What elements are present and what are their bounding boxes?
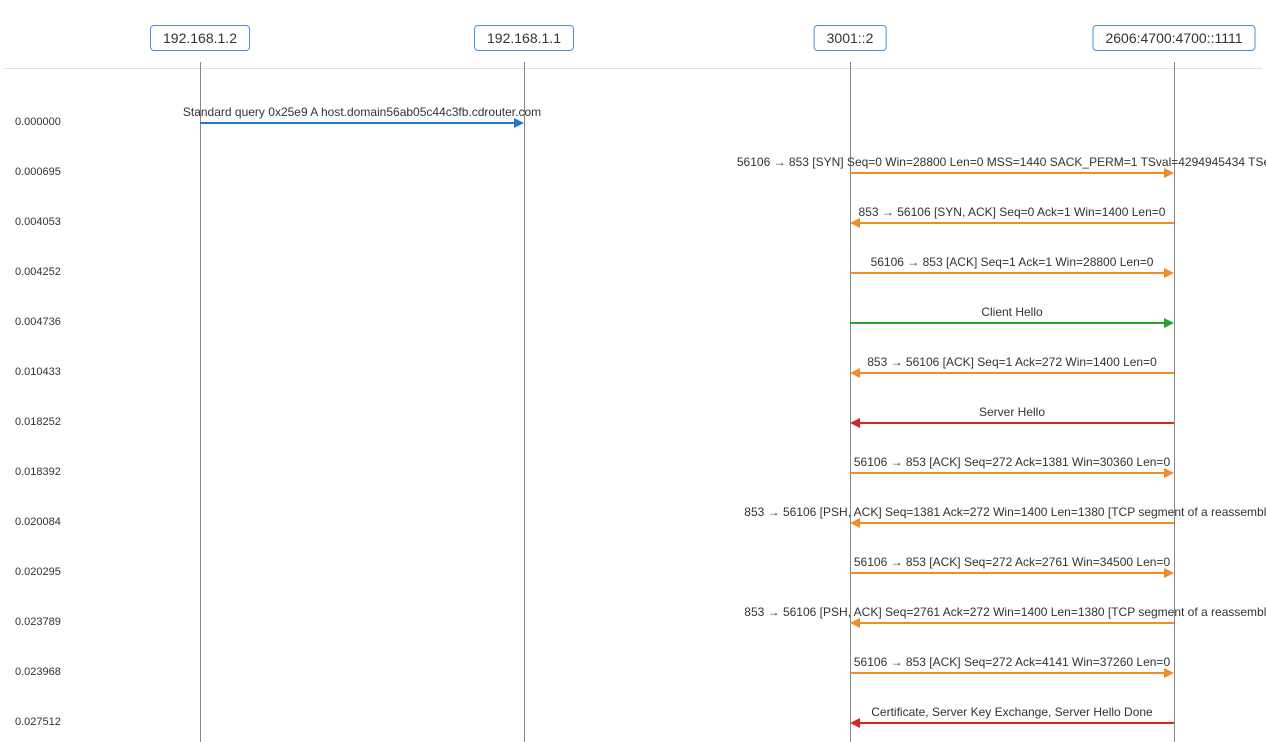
message-arrow[interactable] [860, 522, 1174, 524]
message-arrow[interactable] [850, 272, 1164, 274]
message-label[interactable]: 853 → 56106 [SYN, ACK] Seq=0 Ack=1 Win=1… [859, 205, 1166, 219]
header-separator [4, 68, 1262, 69]
message-label[interactable]: 853 → 56106 [ACK] Seq=1 Ack=272 Win=1400… [867, 355, 1157, 369]
message-label[interactable]: Server Hello [979, 405, 1045, 419]
lifeline-n1 [200, 62, 201, 742]
arrow-head-icon [850, 368, 860, 378]
message-arrow[interactable] [860, 222, 1174, 224]
message-arrow[interactable] [860, 722, 1174, 724]
arrow-head-icon [850, 518, 860, 528]
timestamp: 0.004053 [15, 216, 61, 228]
message-arrow[interactable] [850, 472, 1164, 474]
message-arrow[interactable] [850, 322, 1164, 324]
timestamp: 0.027512 [15, 716, 61, 728]
message-label[interactable]: 853 → 56106 [PSH, ACK] Seq=1381 Ack=272 … [744, 505, 1266, 519]
timestamp: 0.023968 [15, 666, 61, 678]
timestamp: 0.000695 [15, 166, 61, 178]
message-label[interactable]: Standard query 0x25e9 A host.domain56ab0… [183, 105, 541, 119]
node-n2[interactable]: 192.168.1.1 [474, 25, 574, 51]
arrow-head-icon [850, 718, 860, 728]
message-label[interactable]: 56106 → 853 [ACK] Seq=1 Ack=1 Win=28800 … [871, 255, 1154, 269]
message-label[interactable]: Client Hello [981, 305, 1042, 319]
timestamp: 0.018252 [15, 416, 61, 428]
message-label[interactable]: 56106 → 853 [ACK] Seq=272 Ack=1381 Win=3… [854, 455, 1170, 469]
timestamp: 0.020295 [15, 566, 61, 578]
lifeline-n2 [524, 62, 525, 742]
message-label[interactable]: Certificate, Server Key Exchange, Server… [871, 705, 1152, 719]
arrow-head-icon [1164, 568, 1174, 578]
arrow-head-icon [1164, 168, 1174, 178]
arrow-head-icon [850, 218, 860, 228]
message-label[interactable]: 853 → 56106 [PSH, ACK] Seq=2761 Ack=272 … [744, 605, 1266, 619]
timestamp: 0.010433 [15, 366, 61, 378]
timestamp: 0.004252 [15, 266, 61, 278]
message-arrow[interactable] [850, 172, 1164, 174]
message-arrow[interactable] [860, 622, 1174, 624]
timestamp: 0.000000 [15, 116, 61, 128]
timestamp: 0.004736 [15, 316, 61, 328]
arrow-head-icon [1164, 668, 1174, 678]
message-arrow[interactable] [850, 672, 1164, 674]
node-n4[interactable]: 2606:4700:4700::1111 [1092, 25, 1255, 51]
message-arrow[interactable] [860, 372, 1174, 374]
message-arrow[interactable] [200, 122, 514, 124]
arrow-head-icon [1164, 318, 1174, 328]
arrow-head-icon [850, 618, 860, 628]
message-label[interactable]: 56106 → 853 [ACK] Seq=272 Ack=4141 Win=3… [854, 655, 1170, 669]
message-arrow[interactable] [860, 422, 1174, 424]
message-label[interactable]: 56106 → 853 [SYN] Seq=0 Win=28800 Len=0 … [737, 155, 1266, 169]
arrow-head-icon [514, 118, 524, 128]
message-arrow[interactable] [850, 572, 1164, 574]
timestamp: 0.020084 [15, 516, 61, 528]
arrow-head-icon [1164, 268, 1174, 278]
timestamp: 0.018392 [15, 466, 61, 478]
node-n1[interactable]: 192.168.1.2 [150, 25, 250, 51]
node-n3[interactable]: 3001::2 [814, 25, 887, 51]
arrow-head-icon [1164, 468, 1174, 478]
message-label[interactable]: 56106 → 853 [ACK] Seq=272 Ack=2761 Win=3… [854, 555, 1170, 569]
timestamp: 0.023789 [15, 616, 61, 628]
arrow-head-icon [850, 418, 860, 428]
